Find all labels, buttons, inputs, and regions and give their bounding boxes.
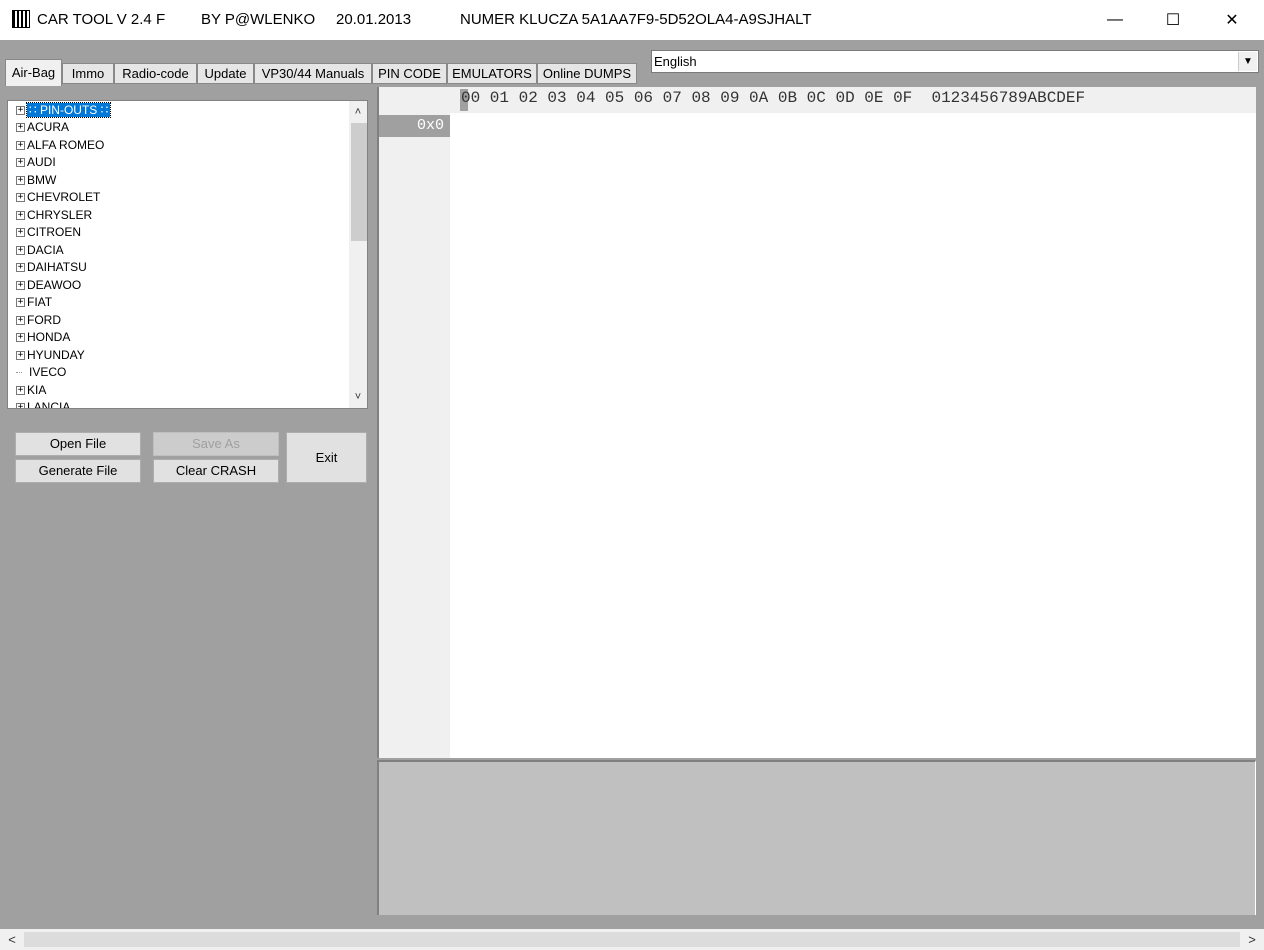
expand-icon[interactable]: + <box>16 333 25 343</box>
maximize-button[interactable]: ☐ <box>1144 0 1202 40</box>
scroll-up-icon[interactable]: ˄ <box>349 103 367 121</box>
expand-icon[interactable]: + <box>16 123 25 133</box>
title-bar: CAR TOOL V 2.4 F BY P@WLENKO 20.01.2013 … <box>0 0 1264 40</box>
expand-icon[interactable]: + <box>16 106 25 116</box>
expand-icon[interactable]: + <box>16 246 25 256</box>
tree-item-label: HONDA <box>27 330 71 344</box>
hex-header: 00 01 02 03 04 05 06 07 08 09 0A 0B 0C 0… <box>379 87 1256 113</box>
tree-item[interactable]: + ∷ PIN-OUTS ∷ <box>16 102 112 119</box>
app-name: CAR TOOL V 2.4 F <box>37 11 166 28</box>
tree-item[interactable]: + FORD <box>16 312 61 329</box>
hex-editor[interactable]: 00 01 02 03 04 05 06 07 08 09 0A 0B 0C 0… <box>377 87 1256 758</box>
close-button[interactable]: ✕ <box>1203 0 1261 40</box>
tree-item[interactable]: + FIAT <box>16 294 52 311</box>
tree-item-label: KIA <box>27 383 47 397</box>
tree-connector <box>16 372 22 374</box>
tab-vp30-manuals[interactable]: VP30/44 Manuals <box>254 63 372 84</box>
output-panel <box>377 760 1256 915</box>
tree-item[interactable]: + BMW <box>16 172 56 189</box>
tree-item-label: BMW <box>27 173 57 187</box>
tree-item-label: CITROEN <box>27 225 81 239</box>
scroll-left-icon[interactable]: < <box>2 929 22 950</box>
chevron-down-icon[interactable]: ▼ <box>1238 52 1257 71</box>
expand-icon[interactable]: + <box>16 141 25 151</box>
expand-icon[interactable]: + <box>16 281 25 291</box>
tab-pin-code[interactable]: PIN CODE <box>372 63 447 84</box>
tab-online-dumps[interactable]: Online DUMPS <box>537 63 637 84</box>
tree-item-label: DACIA <box>27 243 64 257</box>
hex-offset-label: 0x0 <box>379 115 450 137</box>
expand-icon[interactable]: + <box>16 263 25 273</box>
tree-item-label: ∷ PIN-OUTS ∷ <box>25 102 112 118</box>
expand-icon[interactable]: + <box>16 351 25 361</box>
tree-item-label: CHRYSLER <box>27 208 93 222</box>
tree-item[interactable]: + DAIHATSU <box>16 259 87 276</box>
scroll-right-icon[interactable]: > <box>1242 929 1262 950</box>
tree-item-label: FIAT <box>27 295 53 309</box>
license-key: NUMER KLUCZA 5A1AA7F9-5D52OLA4-A9SJHALT <box>460 11 812 28</box>
tree-item[interactable]: + HYUNDAY <box>16 347 85 364</box>
tree-item[interactable]: + DACIA <box>16 242 64 259</box>
exit-button[interactable]: Exit <box>286 432 367 483</box>
expand-icon[interactable]: + <box>16 193 25 203</box>
generate-file-button[interactable]: Generate File <box>15 459 141 483</box>
tree-item-label: HYUNDAY <box>27 348 85 362</box>
tree-item[interactable]: IVECO <box>16 364 66 381</box>
tree-item-label: FORD <box>27 313 61 327</box>
tree-item[interactable]: + DEAWOO <box>16 277 81 294</box>
tab-radio-code[interactable]: Radio-code <box>114 63 197 84</box>
tree-scrollbar[interactable]: ˄ ˅ <box>349 101 367 408</box>
tree-item-label: DAIHATSU <box>27 260 87 274</box>
scroll-thumb[interactable] <box>351 123 367 241</box>
tree-item[interactable]: + LANCIA <box>16 399 71 409</box>
tree-item[interactable]: + CHRYSLER <box>16 207 92 224</box>
tree-item-label: ALFA ROMEO <box>27 138 105 152</box>
expand-icon[interactable]: + <box>16 386 25 396</box>
tree-item-label: CHEVROLET <box>27 190 101 204</box>
open-file-button[interactable]: Open File <box>15 432 141 456</box>
hex-offset-gutter <box>379 113 450 758</box>
tree-item[interactable]: + HONDA <box>16 329 70 346</box>
expand-icon[interactable]: + <box>16 176 25 186</box>
tree-item[interactable]: + CHEVROLET <box>16 189 100 206</box>
language-select[interactable]: English ▼ <box>651 50 1259 73</box>
tree-item-label: DEAWOO <box>27 278 82 292</box>
minimize-button[interactable]: — <box>1086 0 1144 40</box>
tree-item[interactable]: + ALFA ROMEO <box>16 137 104 154</box>
hex-column-headers: 00 01 02 03 04 05 06 07 08 09 0A 0B 0C 0… <box>461 89 1086 107</box>
clear-crash-button[interactable]: Clear CRASH <box>153 459 279 483</box>
expand-icon[interactable]: + <box>16 228 25 238</box>
author-label: BY P@WLENKO <box>201 11 316 28</box>
release-date: 20.01.2013 <box>336 11 412 28</box>
tree-item[interactable]: + KIA <box>16 382 46 399</box>
tree-item-label: IVECO <box>29 365 67 379</box>
tree-item-label: AUDI <box>27 155 56 169</box>
right-edge <box>1256 87 1264 917</box>
expand-icon[interactable]: + <box>16 158 25 168</box>
expand-icon[interactable]: + <box>16 298 25 308</box>
tab-emulators[interactable]: EMULATORS <box>447 63 537 84</box>
tab-air-bag[interactable]: Air-Bag <box>5 59 62 86</box>
language-value: English <box>654 54 697 69</box>
scroll-down-icon[interactable]: ˅ <box>349 388 367 406</box>
tree-item[interactable]: + ACURA <box>16 119 69 136</box>
tree-item[interactable]: + AUDI <box>16 154 56 171</box>
expand-icon[interactable]: + <box>16 403 25 408</box>
tree-item[interactable]: + CITROEN <box>16 224 81 241</box>
tree-item-label: ACURA <box>27 120 70 134</box>
tree-item-label: LANCIA <box>27 400 71 409</box>
tab-update[interactable]: Update <box>197 63 254 84</box>
brand-tree[interactable]: + ∷ PIN-OUTS ∷ + ACURA + ALFA ROMEO + AUDI +… <box>7 100 368 409</box>
app-icon <box>12 10 30 28</box>
tab-immo[interactable]: Immo <box>62 63 114 84</box>
save-as-button[interactable]: Save As <box>153 432 279 456</box>
scroll-track[interactable] <box>24 932 1240 947</box>
horizontal-scrollbar[interactable]: < > <box>0 929 1264 950</box>
expand-icon[interactable]: + <box>16 316 25 326</box>
expand-icon[interactable]: + <box>16 211 25 221</box>
